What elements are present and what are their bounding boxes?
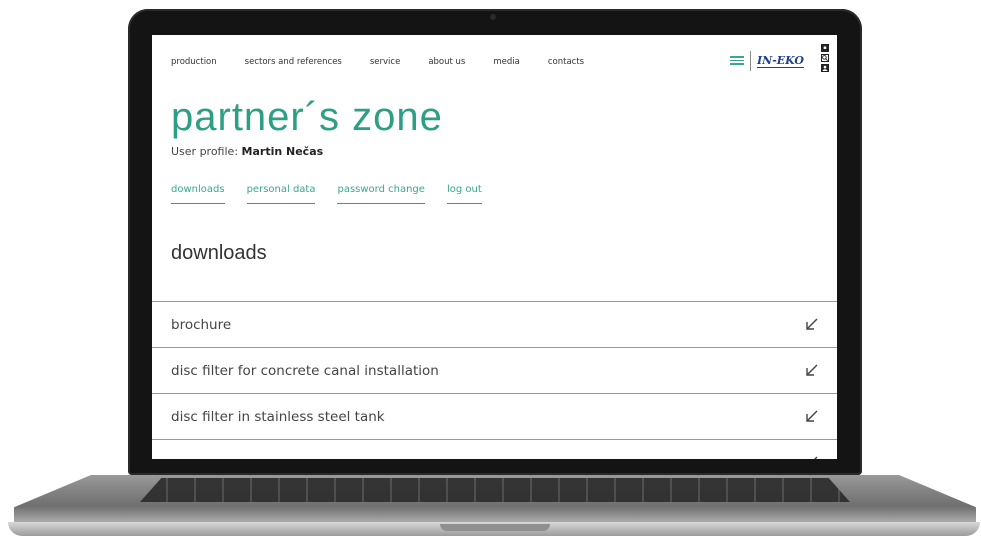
- user-profile-line: User profile: Martin Nečas: [171, 145, 323, 158]
- logo-mark-icon: [730, 54, 744, 68]
- language-icon[interactable]: ▪: [821, 44, 829, 52]
- logo-divider: [750, 51, 751, 71]
- section-title: downloads: [171, 242, 267, 264]
- download-arrow-icon[interactable]: [805, 409, 819, 423]
- tab-log-out[interactable]: log out: [446, 184, 482, 204]
- downloads-list: brochure disc filter for concrete canal …: [152, 301, 837, 459]
- nav-production[interactable]: production: [171, 57, 217, 67]
- user-name: Martin Nečas: [241, 145, 324, 158]
- laptop-screen: production sectors and references servic…: [152, 35, 837, 459]
- logo-text: IN-EKO: [757, 53, 804, 68]
- download-arrow-icon[interactable]: [805, 363, 819, 377]
- download-label: disc filter for concrete canal installat…: [171, 362, 439, 379]
- logo[interactable]: IN-EKO: [730, 51, 804, 71]
- nav-sectors-and-references[interactable]: sectors and references: [245, 57, 342, 67]
- user-icon[interactable]: [821, 64, 829, 72]
- nav-service[interactable]: service: [370, 57, 400, 67]
- tab-downloads[interactable]: downloads: [171, 184, 225, 204]
- user-profile-label: User profile:: [171, 145, 239, 158]
- tab-personal-data[interactable]: personal data: [246, 184, 316, 204]
- page-title: partner´s zone: [171, 95, 443, 139]
- nav-media[interactable]: media: [493, 57, 519, 67]
- download-label: disc filter in stainless steel tank: [171, 408, 385, 425]
- laptop-notch: [440, 524, 550, 531]
- list-item[interactable]: disc filter for concrete canal installat…: [152, 348, 837, 394]
- list-item[interactable]: brochure: [152, 302, 837, 348]
- camera: [490, 14, 496, 20]
- download-arrow-icon[interactable]: [805, 455, 819, 459]
- list-item[interactable]: disc filter in stainless steel tank: [152, 394, 837, 440]
- list-item[interactable]: [152, 440, 837, 459]
- search-icon[interactable]: [821, 54, 829, 62]
- nav-contacts[interactable]: contacts: [548, 57, 584, 67]
- tab-password-change[interactable]: password change: [337, 184, 425, 204]
- laptop-keyboard: [140, 478, 850, 502]
- download-label: brochure: [171, 316, 232, 333]
- nav-about-us[interactable]: about us: [428, 57, 465, 67]
- side-toolbar: ▪: [821, 44, 831, 72]
- partner-subnav: downloads personal data password change …: [171, 184, 504, 204]
- download-arrow-icon[interactable]: [805, 317, 819, 331]
- main-nav: production sectors and references servic…: [171, 57, 612, 67]
